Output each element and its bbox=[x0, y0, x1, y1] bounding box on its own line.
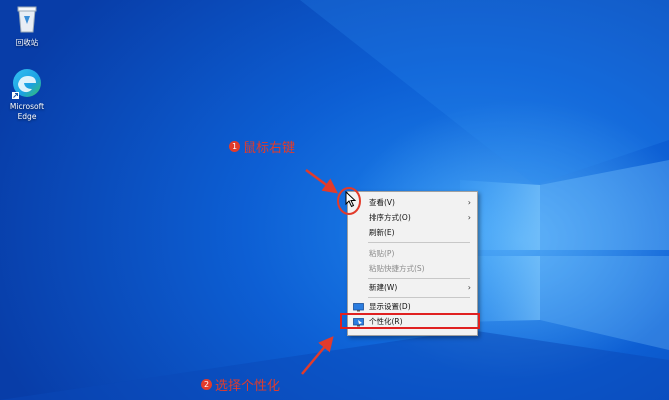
annotation-step-2: 2 选择个性化 bbox=[201, 375, 280, 394]
recycle-bin-icon bbox=[10, 2, 44, 36]
menu-item-label: 刷新(E) bbox=[369, 228, 395, 237]
edge-icon bbox=[10, 66, 44, 100]
menu-item-label: 显示设置(D) bbox=[369, 302, 411, 311]
menu-item-paste: 粘贴(P) bbox=[348, 246, 477, 261]
personalize-highlight-box bbox=[340, 313, 480, 329]
recycle-bin-shortcut[interactable]: 回收站 bbox=[0, 2, 54, 48]
annotation-step-1: 1 鼠标右键 bbox=[229, 137, 295, 156]
menu-item-refresh[interactable]: 刷新(E) bbox=[348, 225, 477, 240]
menu-item-label: 新建(W) bbox=[369, 283, 398, 292]
mouse-cursor-icon bbox=[345, 191, 357, 208]
desktop-background[interactable]: 回收站 Microsoft Edge 查看(V) › 排序方式(O) › 刷新(… bbox=[0, 0, 669, 400]
menu-item-display-settings[interactable]: 显示设置(D) bbox=[348, 299, 477, 314]
menu-item-label: 查看(V) bbox=[369, 198, 395, 207]
menu-item-view[interactable]: 查看(V) › bbox=[348, 195, 477, 210]
chevron-right-icon: › bbox=[467, 283, 471, 292]
display-icon bbox=[353, 302, 364, 312]
recycle-bin-label: 回收站 bbox=[15, 38, 39, 47]
menu-separator bbox=[368, 242, 470, 243]
annotation-text: 选择个性化 bbox=[215, 379, 281, 394]
annotation-text: 鼠标右键 bbox=[243, 141, 296, 156]
menu-separator bbox=[368, 297, 470, 298]
step-number-badge: 2 bbox=[201, 379, 212, 390]
menu-item-label: 粘贴(P) bbox=[369, 249, 395, 258]
chevron-right-icon: › bbox=[467, 213, 471, 222]
menu-item-new[interactable]: 新建(W) › bbox=[348, 280, 477, 295]
chevron-right-icon: › bbox=[467, 198, 471, 207]
step-number-badge: 1 bbox=[229, 141, 240, 152]
menu-item-sort-by[interactable]: 排序方式(O) › bbox=[348, 210, 477, 225]
menu-item-label: 排序方式(O) bbox=[369, 213, 411, 222]
menu-item-paste-shortcut: 粘贴快捷方式(S) bbox=[348, 261, 477, 276]
menu-separator bbox=[368, 278, 470, 279]
edge-shortcut[interactable]: Microsoft Edge bbox=[0, 66, 54, 122]
edge-label: Microsoft Edge bbox=[9, 102, 45, 121]
menu-item-label: 粘贴快捷方式(S) bbox=[369, 264, 425, 273]
windows-logo-light-beams bbox=[0, 0, 669, 400]
